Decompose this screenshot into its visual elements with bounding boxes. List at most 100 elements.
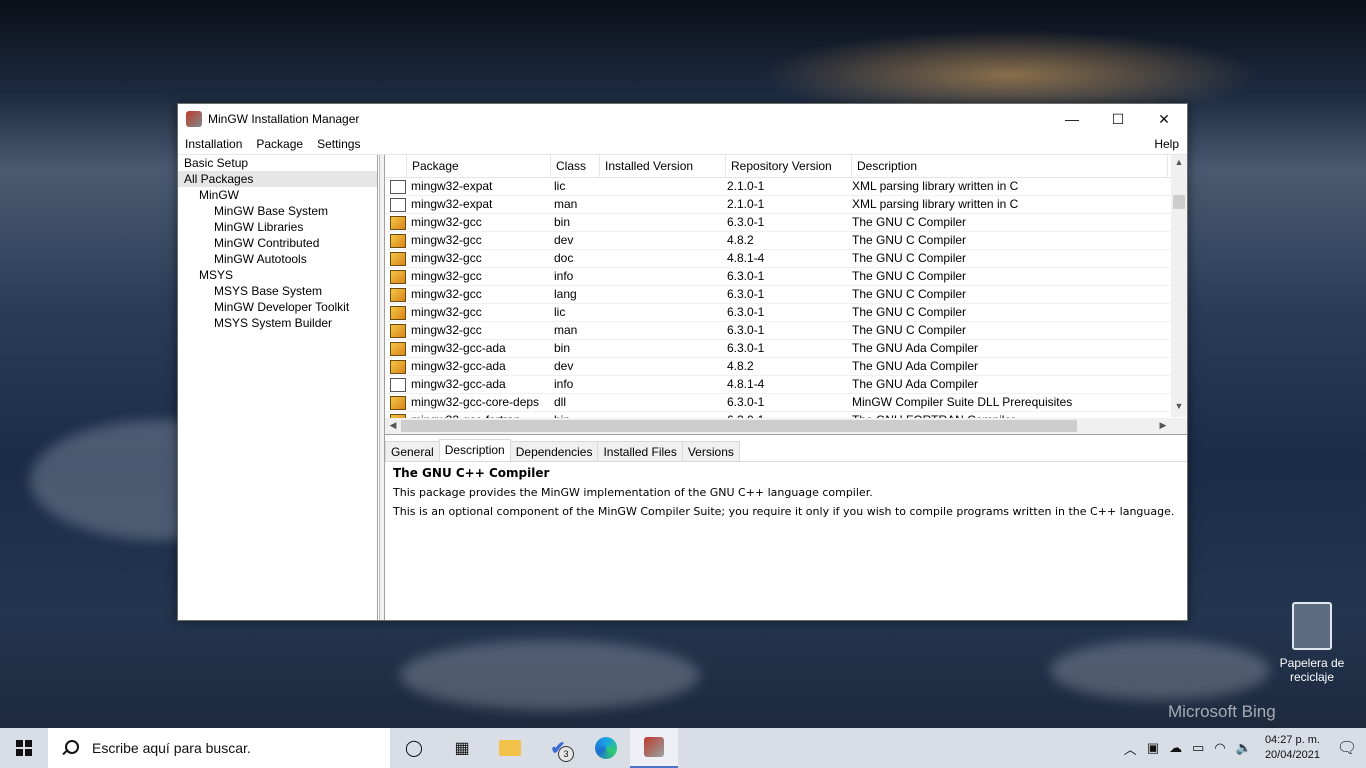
- scroll-up-arrow-icon[interactable]: ▲: [1171, 157, 1187, 167]
- row-status-cell[interactable]: [385, 214, 406, 231]
- package-status-icon[interactable]: [390, 251, 406, 266]
- package-status-icon[interactable]: [390, 395, 406, 410]
- cell-repository-version: 6.3.0-1: [727, 323, 765, 337]
- table-row[interactable]: mingw32-gcc doc 4.8.1-4 The GNU C Compiler: [385, 250, 1187, 268]
- recycle-bin-desktop-icon[interactable]: Papelera de reciclaje: [1272, 602, 1352, 684]
- package-status-icon[interactable]: [390, 359, 406, 374]
- tree-item-basic-setup[interactable]: Basic Setup: [178, 155, 377, 171]
- tree-item-msys[interactable]: MSYS: [178, 267, 377, 283]
- package-status-icon[interactable]: [390, 269, 406, 284]
- table-row[interactable]: mingw32-gcc lang 6.3.0-1 The GNU C Compiler: [385, 286, 1187, 304]
- row-status-cell[interactable]: [385, 232, 406, 249]
- cell-class: doc: [554, 251, 574, 265]
- details-tabs: General Description Dependencies Install…: [385, 439, 1187, 462]
- scroll-left-arrow-icon[interactable]: ◀: [385, 420, 401, 431]
- package-status-icon[interactable]: [390, 287, 406, 302]
- package-status-icon[interactable]: [390, 323, 406, 338]
- package-status-icon[interactable]: [390, 215, 406, 230]
- close-button[interactable]: ✕: [1141, 104, 1187, 134]
- file-explorer-taskbar-button[interactable]: [486, 728, 534, 768]
- wifi-icon[interactable]: ◠: [1209, 740, 1230, 756]
- row-status-cell[interactable]: [385, 286, 406, 303]
- chevron-up-icon[interactable]: ︿: [1119, 739, 1142, 758]
- header-icon-column: [385, 155, 407, 177]
- checkbox-icon[interactable]: [390, 179, 406, 194]
- menu-installation[interactable]: Installation: [178, 137, 249, 151]
- vertical-scroll-thumb[interactable]: [1173, 195, 1185, 209]
- tree-item-msys-base-system[interactable]: MSYS Base System: [178, 283, 377, 299]
- device-icon[interactable]: ▣: [1142, 740, 1164, 756]
- column-header-package[interactable]: Package: [407, 155, 551, 177]
- tree-item-mingw-base-system[interactable]: MinGW Base System: [178, 203, 377, 219]
- package-status-icon[interactable]: [390, 233, 406, 248]
- package-status-icon[interactable]: [390, 305, 406, 320]
- row-status-cell[interactable]: [385, 322, 406, 339]
- column-header-installed-version[interactable]: Installed Version: [600, 155, 726, 177]
- notification-center-icon[interactable]: 🗨: [1328, 738, 1366, 758]
- row-status-cell[interactable]: [385, 250, 406, 267]
- tree-item-mingw-contributed[interactable]: MinGW Contributed: [178, 235, 377, 251]
- tab-description[interactable]: Description: [438, 439, 511, 462]
- table-row[interactable]: mingw32-gcc dev 4.8.2 The GNU C Compiler: [385, 232, 1187, 250]
- tree-item-all-packages[interactable]: All Packages: [178, 171, 377, 187]
- column-header-description[interactable]: Description: [852, 155, 1168, 177]
- menu-settings[interactable]: Settings: [310, 137, 367, 151]
- scroll-right-arrow-icon[interactable]: ▶: [1155, 420, 1171, 431]
- row-status-cell[interactable]: [385, 196, 406, 213]
- menu-help[interactable]: Help: [1147, 137, 1187, 151]
- edge-taskbar-button[interactable]: [582, 728, 630, 768]
- vertical-scrollbar[interactable]: ▲ ▼: [1171, 155, 1187, 417]
- tree-item-mingw-libraries[interactable]: MinGW Libraries: [178, 219, 377, 235]
- row-status-cell[interactable]: [385, 376, 406, 393]
- table-row[interactable]: mingw32-gcc man 6.3.0-1 The GNU C Compiler: [385, 322, 1187, 340]
- title-bar[interactable]: MinGW Installation Manager — ☐ ✕: [178, 104, 1187, 134]
- scroll-down-arrow-icon[interactable]: ▼: [1171, 401, 1187, 411]
- row-status-cell[interactable]: [385, 178, 406, 195]
- tree-item-mingw-autotools[interactable]: MinGW Autotools: [178, 251, 377, 267]
- taskbar-search-box[interactable]: Escribe aquí para buscar.: [48, 728, 390, 768]
- volume-icon[interactable]: 🔈: [1231, 740, 1257, 756]
- column-header-repository-version[interactable]: Repository Version: [726, 155, 852, 177]
- table-row[interactable]: mingw32-gcc-ada info 4.8.1-4 The GNU Ada Co…: [385, 376, 1187, 394]
- menu-package[interactable]: Package: [249, 137, 310, 151]
- tab-versions[interactable]: Versions: [681, 441, 740, 461]
- table-row[interactable]: mingw32-expat man 2.1.0-1 XML parsing libra…: [385, 196, 1187, 214]
- horizontal-scroll-thumb[interactable]: [401, 420, 1077, 432]
- visual-studio-taskbar-button[interactable]: ✔ 3: [534, 728, 582, 768]
- maximize-button[interactable]: ☐: [1095, 104, 1141, 134]
- mingw-taskbar-button[interactable]: [630, 728, 678, 768]
- table-row[interactable]: mingw32-gcc-core-deps dll 6.3.0-1 MinGW Com…: [385, 394, 1187, 412]
- row-status-cell[interactable]: [385, 358, 406, 375]
- column-header-class[interactable]: Class: [551, 155, 600, 177]
- tree-item-mingw[interactable]: MinGW: [178, 187, 377, 203]
- onedrive-cloud-icon[interactable]: ☁: [1164, 740, 1187, 756]
- package-status-icon[interactable]: [390, 341, 406, 356]
- tab-installed-files[interactable]: Installed Files: [597, 441, 683, 461]
- taskbar-clock[interactable]: 04:27 p. m. 20/04/2021: [1257, 733, 1328, 763]
- checkbox-icon[interactable]: [390, 377, 406, 392]
- row-status-cell[interactable]: [385, 394, 406, 411]
- table-row[interactable]: mingw32-gcc-ada bin 6.3.0-1 The GNU Ada Com…: [385, 340, 1187, 358]
- tab-dependencies[interactable]: Dependencies: [509, 441, 599, 461]
- table-row[interactable]: mingw32-gcc lic 6.3.0-1 The GNU C Compiler: [385, 304, 1187, 322]
- tab-general[interactable]: General: [385, 441, 440, 461]
- table-row[interactable]: mingw32-gcc-ada dev 4.8.2 The GNU Ada Compi…: [385, 358, 1187, 376]
- task-view-button[interactable]: ▦: [438, 728, 486, 768]
- checkbox-icon[interactable]: [390, 197, 406, 212]
- cell-installed-version: [597, 376, 722, 393]
- minimize-button[interactable]: —: [1049, 104, 1095, 134]
- horizontal-scrollbar[interactable]: ◀ ▶: [385, 418, 1187, 434]
- table-row[interactable]: mingw32-expat lic 2.1.0-1 XML parsing libra…: [385, 178, 1187, 196]
- tree-item-mingw-developer-toolkit[interactable]: MinGW Developer Toolkit: [178, 299, 377, 315]
- table-row[interactable]: mingw32-gcc info 6.3.0-1 The GNU C Compiler: [385, 268, 1187, 286]
- row-status-cell[interactable]: [385, 304, 406, 321]
- cell-installed-version: [597, 268, 722, 285]
- start-button[interactable]: [0, 728, 48, 768]
- description-pane: The GNU C++ Compiler This package provid…: [385, 461, 1187, 620]
- cortana-button[interactable]: ◯: [390, 728, 438, 768]
- row-status-cell[interactable]: [385, 340, 406, 357]
- table-row[interactable]: mingw32-gcc bin 6.3.0-1 The GNU C Compiler: [385, 214, 1187, 232]
- battery-icon[interactable]: ▭: [1187, 740, 1209, 756]
- row-status-cell[interactable]: [385, 268, 406, 285]
- tree-item-msys-system-builder[interactable]: MSYS System Builder: [178, 315, 377, 331]
